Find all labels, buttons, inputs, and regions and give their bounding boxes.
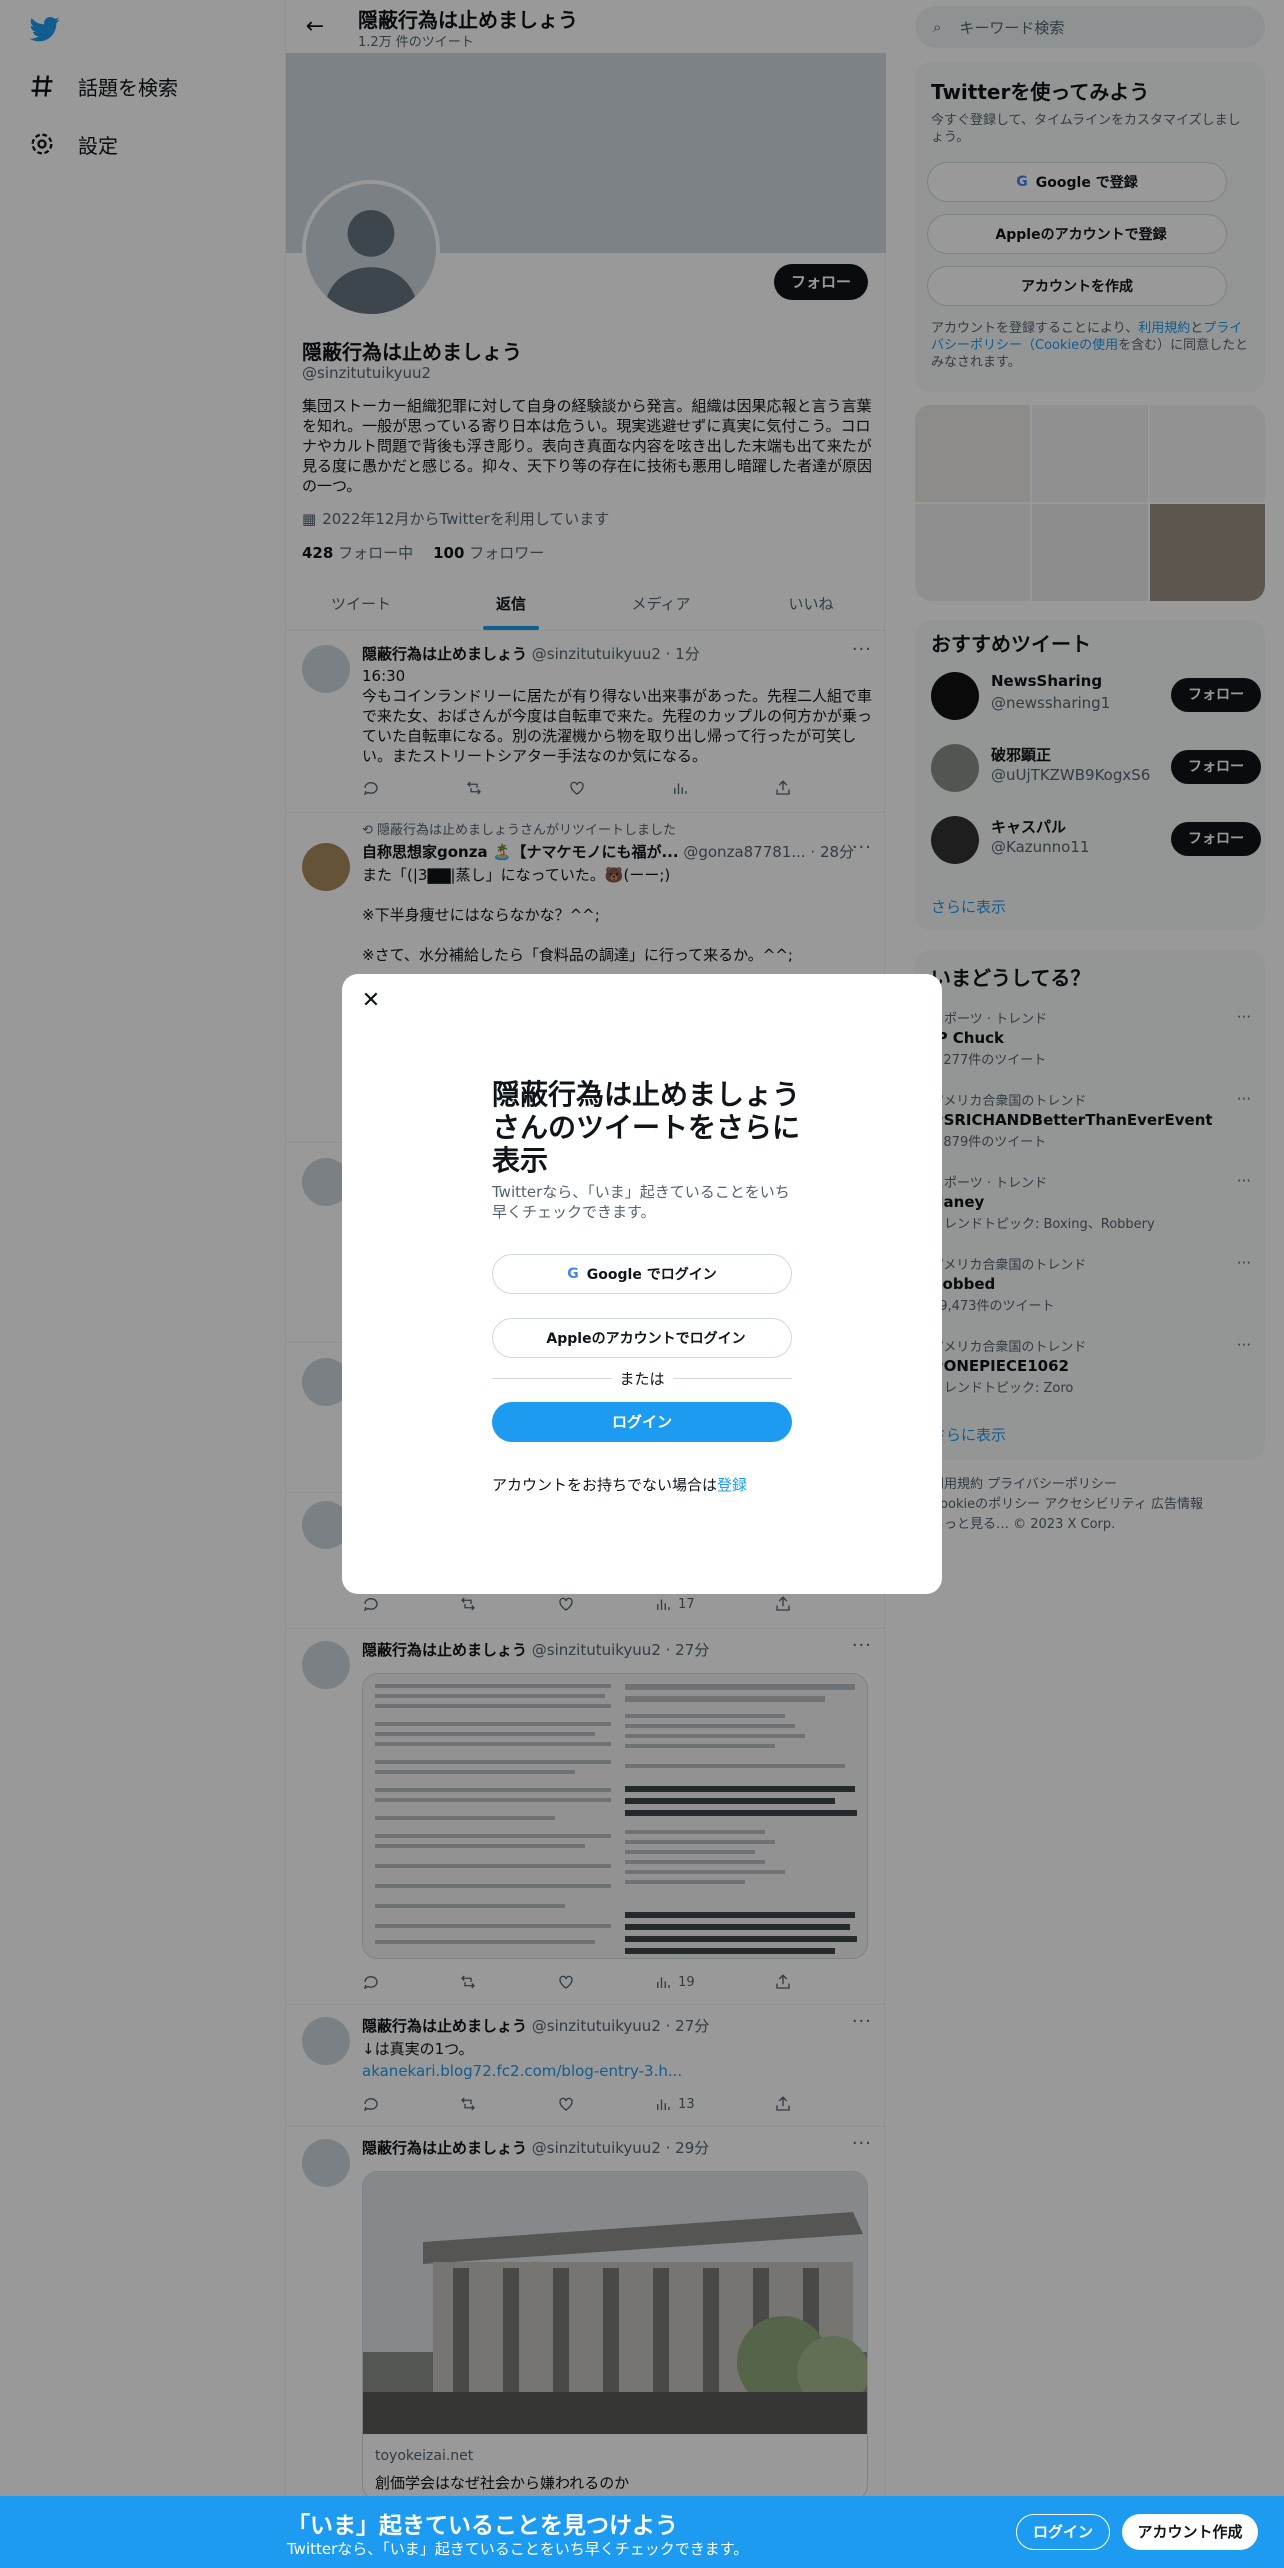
- login-modal: ✕ 隠蔽行為は止めましょうさんのツイートをさらに表示 Twitterなら、「いま…: [342, 974, 942, 1594]
- apple-login-button[interactable]: Appleのアカウントでログイン: [492, 1318, 792, 1358]
- google-login-label: Google でログイン: [586, 1267, 717, 1283]
- modal-subtitle: Twitterなら、「いま」起きていることをいち早くチェックできます。: [492, 1183, 790, 1221]
- login-button[interactable]: ログイン: [492, 1402, 792, 1442]
- bottom-login-button[interactable]: ログイン: [1016, 2514, 1110, 2550]
- no-account-text: アカウントをお持ちでない場合は: [492, 1476, 718, 1494]
- or-divider: または: [492, 1368, 792, 1388]
- or-text: または: [619, 1369, 665, 1388]
- apple-login-label: Appleのアカウントでログイン: [546, 1331, 746, 1347]
- google-icon: G: [567, 1266, 579, 1282]
- modal-footer: アカウントをお持ちでない場合は登録: [492, 1474, 747, 1495]
- google-login-button[interactable]: G Google でログイン: [492, 1254, 792, 1294]
- bottom-signup-bar: 「いま」起きていることを見つけよう Twitterなら、「いま」起きていることを…: [0, 2496, 1284, 2568]
- signup-link[interactable]: 登録: [717, 1476, 747, 1494]
- close-icon[interactable]: ✕: [354, 984, 388, 1018]
- bottom-signup-button[interactable]: アカウント作成: [1122, 2514, 1258, 2550]
- bottom-title: 「いま」起きていることを見つけよう: [287, 2513, 678, 2539]
- modal-title: 隠蔽行為は止めましょうさんのツイートをさらに表示: [492, 1078, 801, 1177]
- bottom-subtitle: Twitterなら、「いま」起きていることをいち早くチェックできます。: [287, 2540, 749, 2558]
